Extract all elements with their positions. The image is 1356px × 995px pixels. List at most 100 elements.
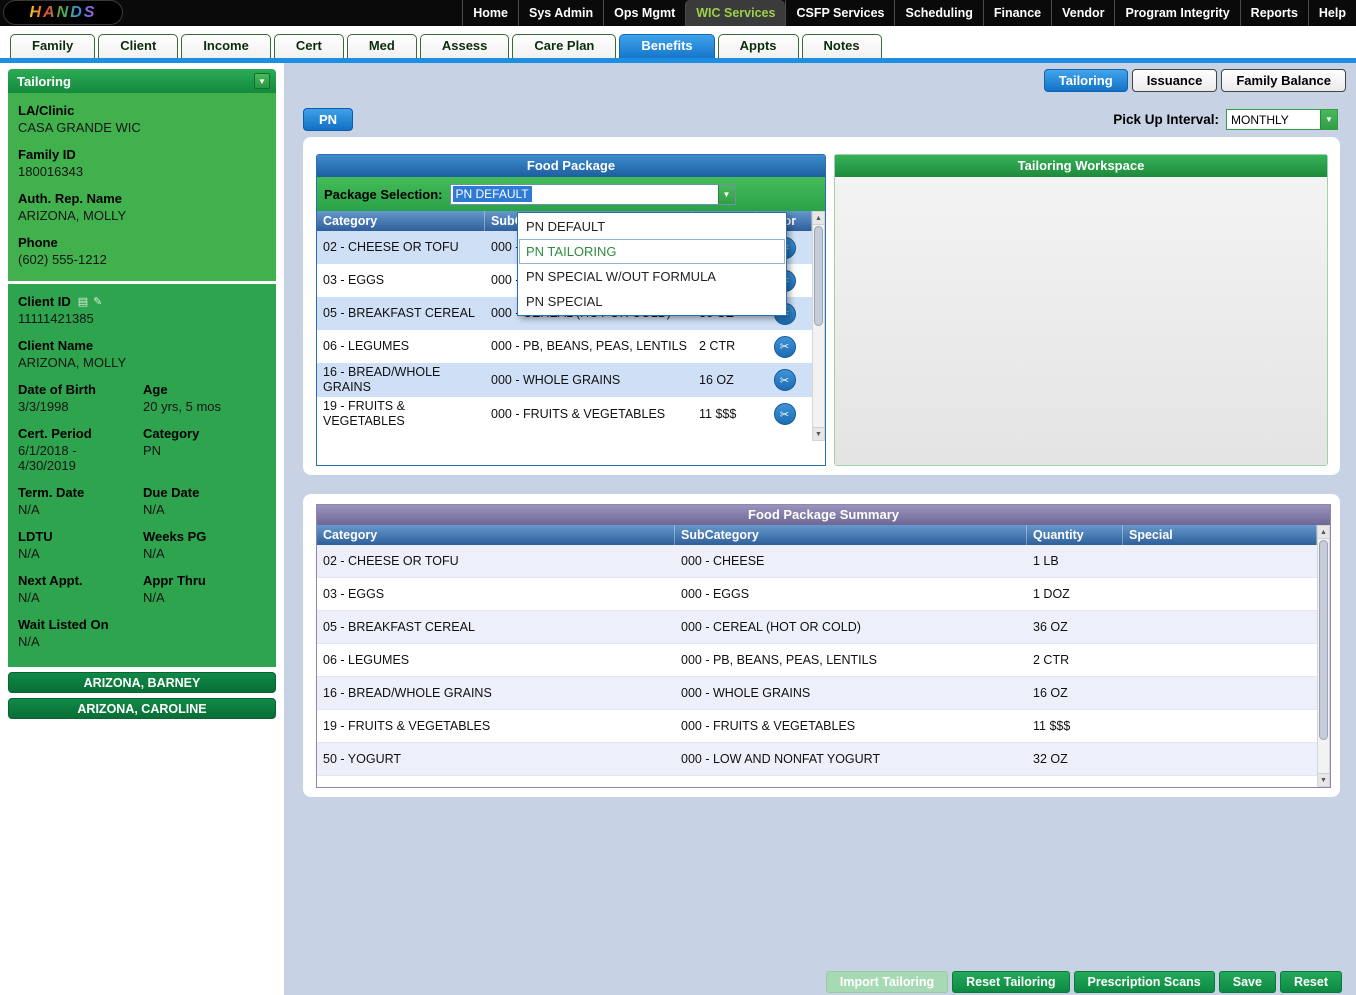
- summary-subcategory-cell: 000 - CHEESE: [675, 552, 1027, 571]
- edit-icon[interactable]: ✎: [93, 295, 102, 308]
- tab-care-plan[interactable]: Care Plan: [512, 34, 616, 58]
- food-package-quantity-cell: 11 $$$: [693, 405, 757, 424]
- scroll-down-icon[interactable]: ▼: [813, 427, 824, 440]
- view-tab-row: Tailoring Issuance Family Balance: [284, 63, 1356, 92]
- summary-quantity-cell: 36 OZ: [1027, 618, 1123, 637]
- summary-row[interactable]: 05 - BREAKFAST CEREAL 000 - CEREAL (HOT …: [317, 611, 1317, 644]
- food-package-summary-title: Food Package Summary: [317, 505, 1330, 525]
- field-family-id: Family ID 180016343: [18, 147, 266, 179]
- field-age: Age 20 yrs, 5 mos: [143, 382, 266, 414]
- tab-notes[interactable]: Notes: [802, 34, 882, 58]
- pickup-interval-value: MONTHLY: [1227, 113, 1289, 127]
- food-package-category-cell: 05 - BREAKFAST CEREAL: [317, 304, 485, 323]
- family-member-button-barney[interactable]: ARIZONA, BARNEY: [8, 672, 276, 693]
- summary-special-cell: [1123, 658, 1317, 662]
- nav-home[interactable]: Home: [462, 0, 518, 26]
- food-package-panel: Food Package Package Selection: PN DEFAU…: [316, 154, 826, 466]
- food-package-category-cell: 06 - LEGUMES: [317, 337, 485, 356]
- dropdown-option-pn-special-wout-formula[interactable]: PN SPECIAL W/OUT FORMULA: [519, 264, 785, 289]
- food-package-row[interactable]: 16 - BREAD/WHOLE GRAINS 000 - WHOLE GRAI…: [317, 363, 812, 397]
- summary-row[interactable]: 16 - BREAD/WHOLE GRAINS 000 - WHOLE GRAI…: [317, 677, 1317, 710]
- nav-program-integrity[interactable]: Program Integrity: [1114, 0, 1239, 26]
- summary-row[interactable]: 50 - YOGURT 000 - LOW AND NONFAT YOGURT …: [317, 743, 1317, 776]
- summary-subcategory-cell: 000 - PB, BEANS, PEAS, LENTILS: [675, 651, 1027, 670]
- nav-scheduling[interactable]: Scheduling: [894, 0, 982, 26]
- summary-scrollbar[interactable]: ▲ ▼: [1317, 525, 1330, 787]
- scroll-up-icon[interactable]: ▲: [1318, 526, 1329, 539]
- field-term-date: Term. Date N/A: [18, 485, 141, 517]
- import-tailoring-button[interactable]: Import Tailoring: [826, 971, 948, 993]
- summary-special-cell: [1123, 625, 1317, 629]
- tailor-button[interactable]: ✂: [774, 403, 796, 425]
- tab-med[interactable]: Med: [347, 34, 417, 58]
- summary-row[interactable]: 19 - FRUITS & VEGETABLES 000 - FRUITS & …: [317, 710, 1317, 743]
- family-member-button-caroline[interactable]: ARIZONA, CAROLINE: [8, 698, 276, 719]
- tailor-button[interactable]: ✂: [774, 336, 796, 358]
- summary-category-cell: 05 - BREAKFAST CEREAL: [317, 618, 675, 637]
- chevron-down-icon[interactable]: ▼: [1320, 110, 1337, 129]
- sidebar-header: Tailoring ▼: [8, 69, 276, 93]
- summary-row[interactable]: 06 - LEGUMES 000 - PB, BEANS, PEAS, LENT…: [317, 644, 1317, 677]
- save-button[interactable]: Save: [1219, 971, 1276, 993]
- category-tab-pn[interactable]: PN: [303, 108, 353, 131]
- pickup-interval-group: Pick Up Interval: MONTHLY ▼: [1113, 109, 1338, 130]
- pickup-interval-label: Pick Up Interval:: [1113, 112, 1219, 127]
- food-package-title: Food Package: [317, 155, 825, 177]
- summary-special-cell: [1123, 757, 1317, 761]
- tab-issuance[interactable]: Issuance: [1132, 69, 1218, 92]
- top-nav-bar: HANDS Home Sys Admin Ops Mgmt WIC Servic…: [0, 0, 1356, 26]
- nav-sys-admin[interactable]: Sys Admin: [518, 0, 603, 26]
- tailor-button[interactable]: ✂: [774, 369, 796, 391]
- field-next-appt: Next Appt. N/A: [18, 573, 141, 605]
- food-package-scrollbar[interactable]: ▲ ▼: [812, 211, 825, 441]
- chevron-down-icon[interactable]: ▼: [718, 185, 735, 204]
- field-cert-period: Cert. Period 6/1/2018 - 4/30/2019: [18, 426, 141, 473]
- nav-help[interactable]: Help: [1308, 0, 1356, 26]
- dropdown-option-pn-default[interactable]: PN DEFAULT: [519, 214, 785, 239]
- reset-tailoring-button[interactable]: Reset Tailoring: [952, 971, 1069, 993]
- tab-benefits[interactable]: Benefits: [619, 34, 714, 58]
- tab-client[interactable]: Client: [98, 34, 178, 58]
- nav-wic-services[interactable]: WIC Services: [685, 0, 785, 26]
- scrollbar-thumb[interactable]: [814, 226, 823, 326]
- client-info-section: Client ID ▤✎ 11111421385 Client Name ARI…: [8, 284, 276, 667]
- food-package-quantity-cell: 2 CTR: [693, 337, 757, 356]
- food-package-category-cell: 02 - CHEESE OR TOFU: [317, 238, 485, 257]
- food-package-row[interactable]: 19 - FRUITS & VEGETABLES 000 - FRUITS & …: [317, 397, 812, 431]
- nav-ops-mgmt[interactable]: Ops Mgmt: [603, 0, 685, 26]
- scrollbar-thumb[interactable]: [1319, 540, 1328, 740]
- nav-finance[interactable]: Finance: [983, 0, 1051, 26]
- tab-appts[interactable]: Appts: [718, 34, 799, 58]
- footer-action-bar: Import Tailoring Reset Tailoring Prescri…: [826, 971, 1342, 993]
- chevron-down-icon[interactable]: ▼: [254, 73, 270, 89]
- nav-reports[interactable]: Reports: [1240, 0, 1308, 26]
- nav-vendor[interactable]: Vendor: [1051, 0, 1114, 26]
- scroll-down-icon[interactable]: ▼: [1318, 773, 1329, 786]
- tab-family[interactable]: Family: [10, 34, 95, 58]
- dropdown-option-pn-special[interactable]: PN SPECIAL: [519, 289, 785, 314]
- hands-logo: HANDS: [3, 0, 123, 25]
- note-icon[interactable]: ▤: [78, 295, 88, 308]
- field-client-name: Client Name ARIZONA, MOLLY: [18, 338, 266, 370]
- summary-row[interactable]: 02 - CHEESE OR TOFU 000 - CHEESE 1 LB: [317, 545, 1317, 578]
- scissors-icon: ✂: [780, 374, 789, 387]
- summary-row[interactable]: 03 - EGGS 000 - EGGS 1 DOZ: [317, 578, 1317, 611]
- tab-cert[interactable]: Cert: [274, 34, 344, 58]
- summary-special-cell: [1123, 559, 1317, 563]
- dropdown-option-pn-tailoring[interactable]: PN TAILORING: [519, 239, 785, 264]
- tab-assess[interactable]: Assess: [420, 34, 510, 58]
- column-header-category: Category: [317, 211, 485, 231]
- food-package-row[interactable]: 06 - LEGUMES 000 - PB, BEANS, PEAS, LENT…: [317, 330, 812, 363]
- field-date-of-birth: Date of Birth 3/3/1998: [18, 382, 141, 414]
- reset-button[interactable]: Reset: [1280, 971, 1342, 993]
- nav-csfp-services[interactable]: CSFP Services: [785, 0, 894, 26]
- package-selection-select[interactable]: PN DEFAULT ▼: [450, 184, 736, 205]
- food-package-summary-panel: Food Package Summary Category SubCategor…: [316, 504, 1331, 788]
- prescription-scans-button[interactable]: Prescription Scans: [1074, 971, 1215, 993]
- tab-tailoring[interactable]: Tailoring: [1044, 69, 1128, 92]
- tab-family-balance[interactable]: Family Balance: [1221, 69, 1346, 92]
- pickup-interval-select[interactable]: MONTHLY ▼: [1226, 109, 1338, 130]
- tailoring-panels-container: Food Package Package Selection: PN DEFAU…: [303, 137, 1340, 475]
- scroll-up-icon[interactable]: ▲: [813, 212, 824, 225]
- tab-income[interactable]: Income: [181, 34, 271, 58]
